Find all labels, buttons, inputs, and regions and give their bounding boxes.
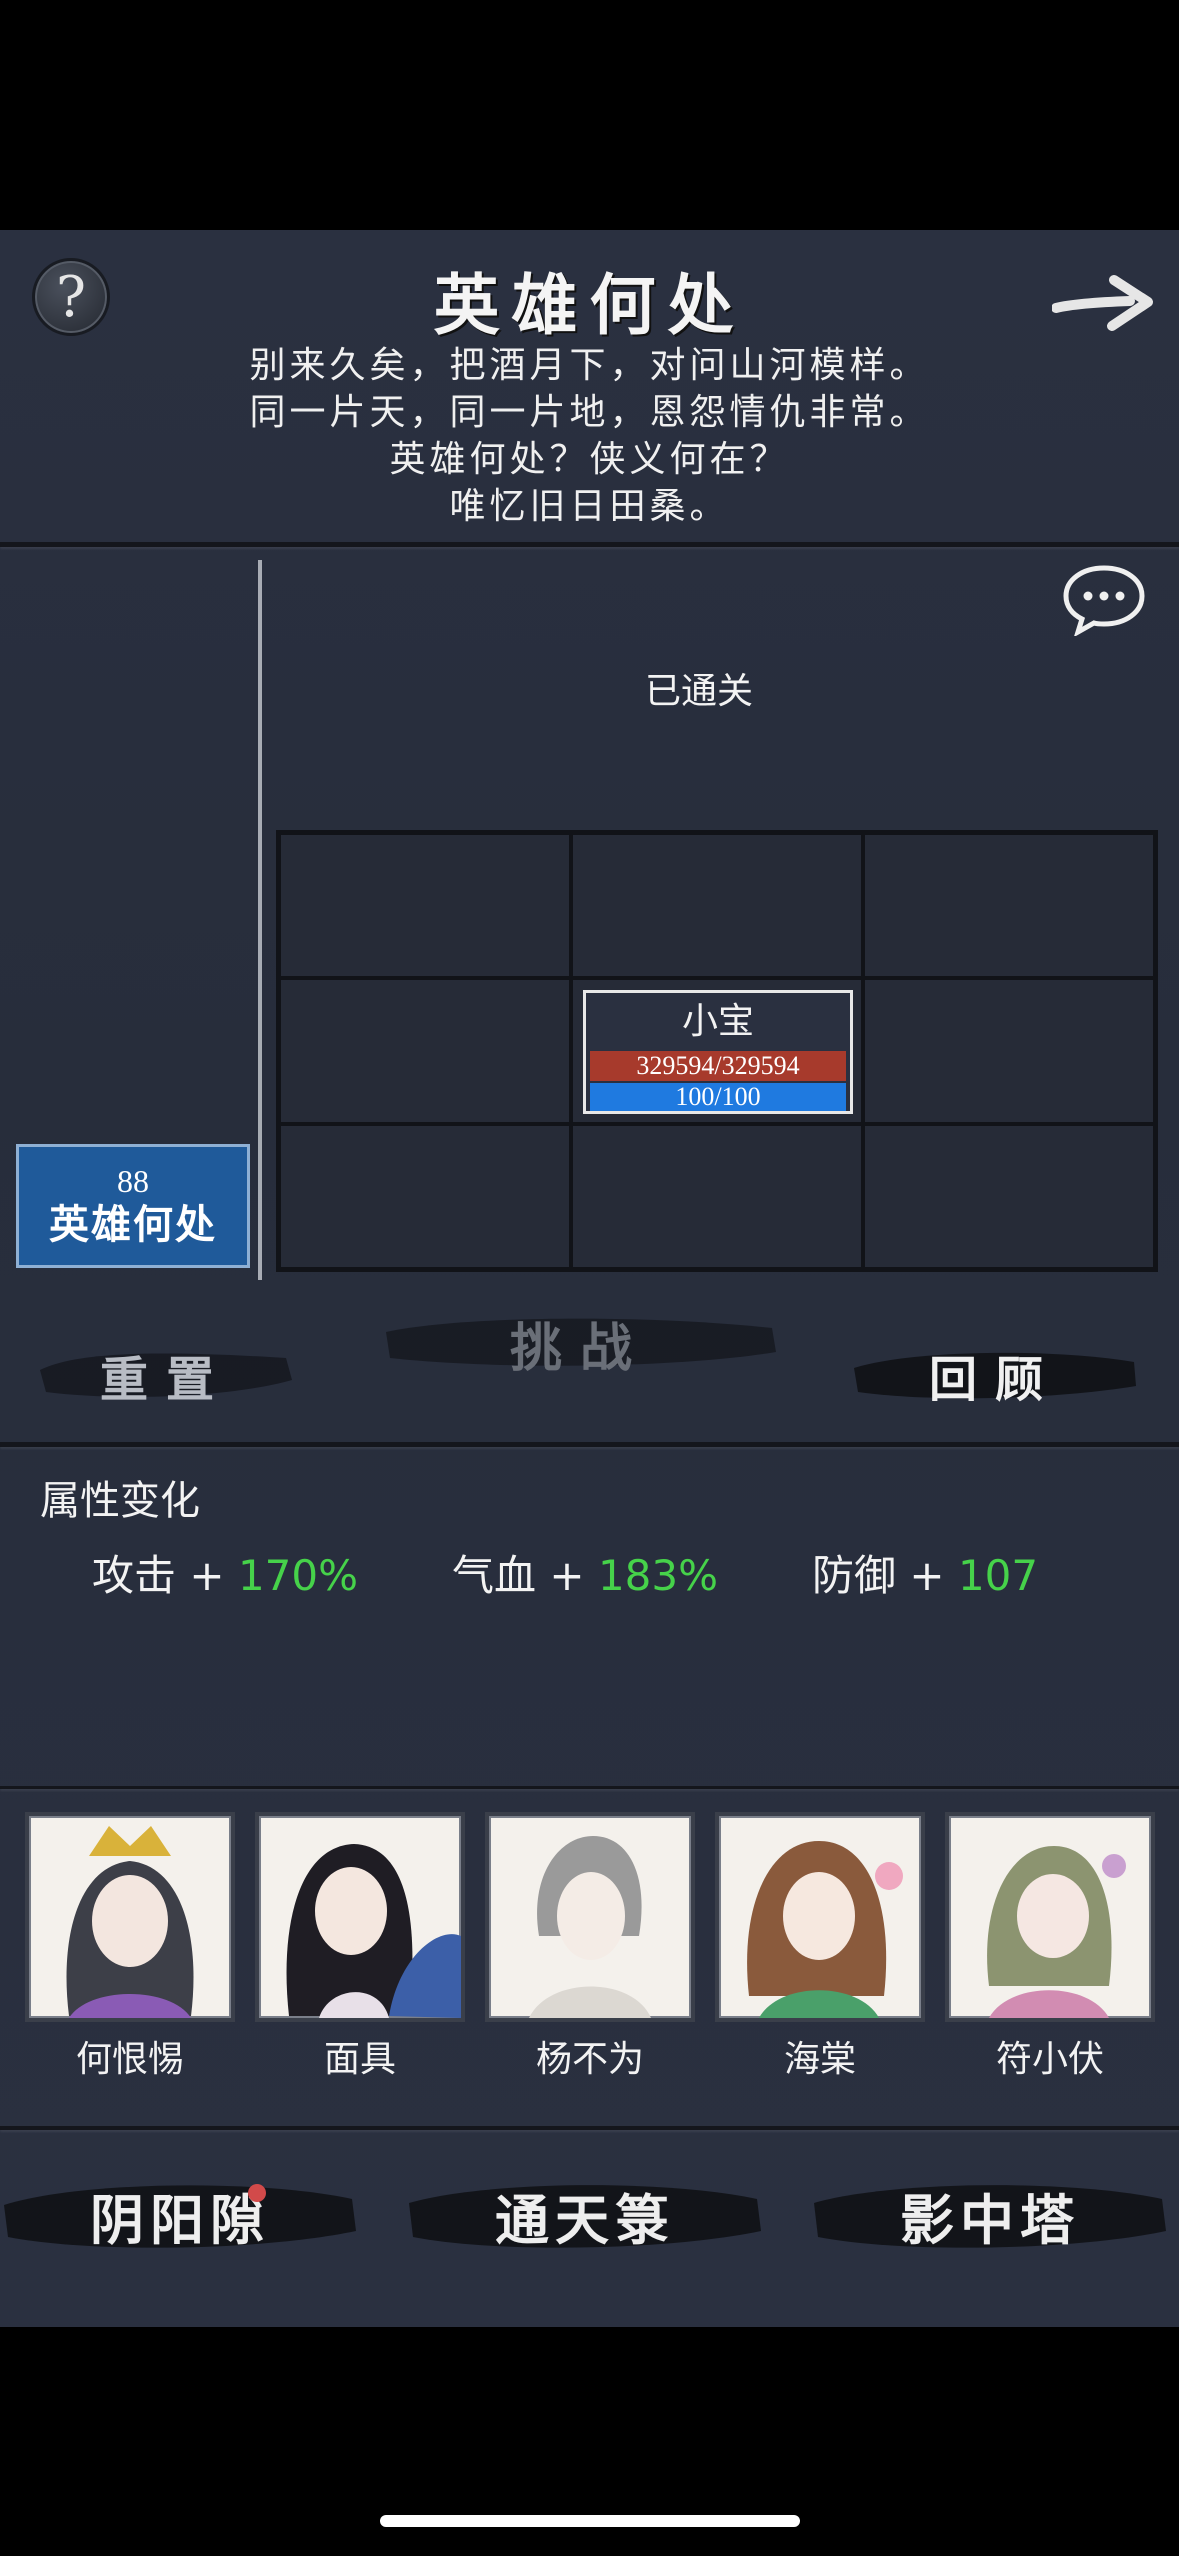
- portrait-icon: [987, 1846, 1126, 2018]
- tongtian-button[interactable]: 通天箓: [405, 2165, 765, 2265]
- hero-portrait: [25, 1812, 235, 2022]
- attr-sign: +: [189, 1551, 225, 1600]
- page-title: 英雄何处: [433, 266, 746, 344]
- stage-name: 英雄何处: [49, 1201, 217, 1248]
- story-poem: 别来久矣，把酒月下，对问山河模样。 同一片天，同一片地，恩怨情仇非常。 英雄何处…: [0, 342, 1179, 530]
- grid-cell[interactable]: [863, 978, 1155, 1124]
- attributes-title: 属性变化: [40, 1478, 200, 1524]
- challenge-button[interactable]: 挑战: [380, 1308, 780, 1379]
- grid-cell[interactable]: 小宝 329594/329594 100/100: [571, 978, 863, 1124]
- reset-button[interactable]: 重置: [36, 1340, 296, 1410]
- attr-label: 攻击: [92, 1551, 177, 1600]
- attr-sign: +: [909, 1551, 945, 1600]
- attr-sign: +: [549, 1551, 585, 1600]
- hero-card[interactable]: 海棠: [715, 1812, 925, 2082]
- hero-name: 面具: [323, 2039, 396, 2080]
- chat-button[interactable]: [1062, 564, 1146, 638]
- health-attribute: 气血 + 183%: [452, 1542, 718, 1603]
- attr-label: 气血: [452, 1551, 537, 1600]
- hero-portrait: [945, 1812, 1155, 2022]
- formation-grid: 小宝 329594/329594 100/100: [276, 830, 1158, 1272]
- defense-attribute: 防御 + 107: [812, 1542, 1038, 1603]
- unit-name: 小宝: [681, 1001, 754, 1043]
- poem-line: 英雄何处？侠义何在？: [389, 439, 790, 480]
- attr-value: 170%: [237, 1551, 359, 1600]
- enemy-unit-card[interactable]: 小宝 329594/329594 100/100: [583, 990, 853, 1115]
- grid-cell[interactable]: [863, 833, 1155, 979]
- hp-bar: 329594/329594: [590, 1051, 846, 1082]
- portrait-icon: [66, 1826, 194, 2018]
- arrow-right-icon: [1051, 275, 1153, 331]
- poem-line: 唯忆旧日田桑。: [449, 486, 730, 527]
- grid-cell[interactable]: [279, 833, 571, 979]
- reset-label: 重置: [99, 1352, 232, 1408]
- hero-name: 海棠: [783, 2039, 856, 2080]
- chat-bubble-icon: [1063, 565, 1145, 638]
- grid-cell[interactable]: [279, 1123, 571, 1269]
- notification-dot: [248, 2184, 266, 2202]
- grid-cell[interactable]: [571, 833, 863, 979]
- portrait-icon: [286, 1844, 461, 2018]
- poem-line: 同一片天，同一片地，恩怨情仇非常。: [249, 392, 930, 433]
- attr-value: 107: [957, 1551, 1039, 1600]
- stage-status: 已通关: [644, 671, 753, 712]
- divider: [0, 1786, 1179, 1789]
- attack-attribute: 攻击 + 170%: [92, 1542, 358, 1603]
- mp-bar: 100/100: [590, 1083, 846, 1112]
- attr-value: 183%: [597, 1551, 719, 1600]
- hero-card[interactable]: 杨不为: [485, 1812, 695, 2082]
- yingzhong-button[interactable]: 影中塔: [810, 2165, 1170, 2265]
- portrait-icon: [529, 1836, 651, 2018]
- stage-card[interactable]: 88 英雄何处: [16, 1144, 250, 1268]
- grid-cell[interactable]: [571, 1123, 863, 1269]
- game-screen: ? 英雄何处 别来久矣，把酒月下，对问山河模样。 同一片天，同一片地，恩怨情仇非…: [0, 230, 1179, 2327]
- poem-line: 别来久矣，把酒月下，对问山河模样。: [249, 345, 930, 386]
- portrait-icon: [747, 1841, 903, 2018]
- home-indicator[interactable]: [380, 2515, 800, 2527]
- attr-label: 防御: [812, 1551, 897, 1600]
- yinyang-button[interactable]: 阴阳隙: [0, 2165, 360, 2265]
- hero-portrait: [715, 1812, 925, 2022]
- hero-name: 杨不为: [535, 2039, 644, 2080]
- hero-card[interactable]: 何恨惕: [25, 1812, 235, 2082]
- review-label: 回顾: [928, 1352, 1061, 1408]
- yingzhong-label: 影中塔: [900, 2187, 1080, 2252]
- hero-card[interactable]: 面具: [255, 1812, 465, 2082]
- hero-name: 符小伏: [995, 2039, 1104, 2080]
- hero-card[interactable]: 符小伏: [945, 1812, 1155, 2082]
- review-button[interactable]: 回顾: [850, 1340, 1140, 1410]
- challenge-label: 挑战: [509, 1317, 650, 1379]
- grid-cell[interactable]: [279, 978, 571, 1124]
- hero-name: 何恨惕: [75, 2039, 184, 2080]
- next-arrow-button[interactable]: [1051, 268, 1156, 338]
- stage-number: 88: [117, 1163, 149, 1199]
- grid-cell[interactable]: [863, 1123, 1155, 1269]
- hero-portrait: [255, 1812, 465, 2022]
- yinyang-label: 阴阳隙: [90, 2187, 270, 2252]
- tongtian-label: 通天箓: [495, 2187, 675, 2252]
- hero-portrait: [485, 1812, 695, 2022]
- divider: [0, 542, 1179, 547]
- divider: [0, 1442, 1179, 1447]
- divider: [0, 2126, 1179, 2130]
